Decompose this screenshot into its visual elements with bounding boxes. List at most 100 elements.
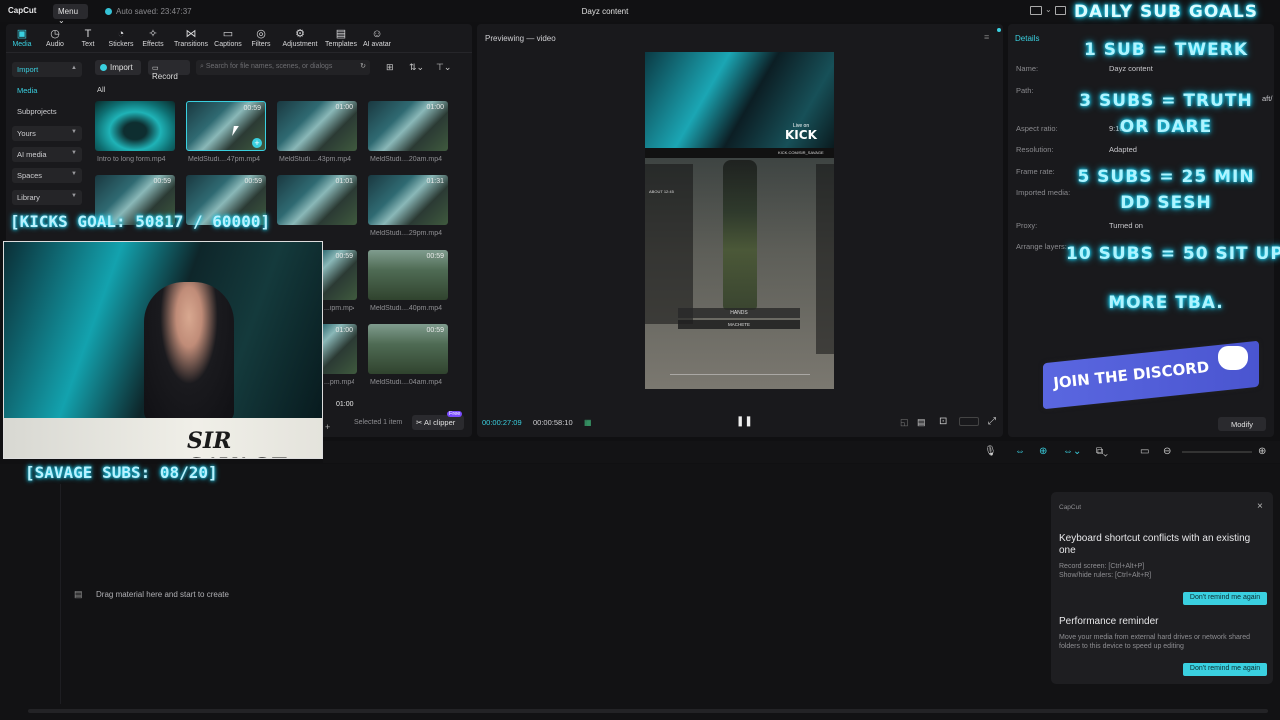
detail-label-path: Path:: [1016, 86, 1034, 95]
chevron-up-icon: ▲: [71, 65, 77, 71]
media-thumb[interactable]: 01:00: [368, 101, 448, 151]
thumb-duration: 00:59: [153, 178, 171, 185]
sidebar-item-spaces[interactable]: Spaces ▼: [12, 168, 82, 183]
tab-templates[interactable]: ▤ Templates: [323, 28, 359, 48]
preview-menu-icon[interactable]: ≡: [984, 32, 989, 42]
fullscreen-icon[interactable]: ⤢: [988, 416, 996, 427]
tab-stickers[interactable]: ◔ Stickers: [104, 28, 138, 48]
media-thumb[interactable]: [95, 101, 175, 151]
notif-2-title: Performance reminder: [1059, 616, 1159, 627]
thumb-duration: 00:59: [426, 327, 444, 334]
horizontal-scrollbar[interactable]: [28, 709, 1268, 713]
sidebar-item-import-label: Import: [17, 65, 39, 74]
search-placeholder: Search for file names, scenes, or dialog…: [205, 63, 333, 70]
tab-effects[interactable]: ✧ Effects: [136, 28, 170, 48]
dont-remind-button[interactable]: Don't remind me again: [1183, 663, 1267, 676]
menu-button[interactable]: Menu ⌄: [53, 4, 88, 25]
zoom-out-icon[interactable]: ⊖: [1163, 446, 1171, 457]
media-thumb[interactable]: 01:31: [368, 175, 448, 225]
media-thumb-selected[interactable]: 00:59 +: [186, 101, 266, 151]
sidebar-item-yours[interactable]: Yours ▼: [12, 126, 82, 141]
thumb-name: ...ipm.mp4: [324, 305, 354, 312]
ratio-button[interactable]: [959, 417, 979, 426]
tab-effects-label: Effects: [142, 41, 164, 48]
goal-4: 10 SUBS = 50 SIT UPS: [1066, 244, 1280, 264]
toolbar-divider: [6, 52, 472, 53]
panel-toggle-icon[interactable]: [1055, 6, 1066, 15]
filter-icon[interactable]: ⊤⌄: [436, 62, 451, 73]
sort-icon[interactable]: ⇅⌄: [409, 62, 424, 73]
thumb-name: Intro to long form.mp4: [97, 156, 166, 163]
import-button[interactable]: Import: [95, 60, 141, 75]
sidebar-item-ai-media[interactable]: AI media ▼: [12, 147, 82, 162]
tab-ai-avatar[interactable]: ☺ AI avatar: [360, 28, 394, 48]
record-button[interactable]: ▭ Record: [148, 60, 190, 81]
layout-icon[interactable]: [1030, 6, 1042, 15]
thumb-duration: 01:00: [426, 104, 444, 111]
tab-media[interactable]: ▣ Media: [5, 28, 39, 48]
link-icon[interactable]: ⇔: [1015, 446, 1025, 457]
detail-value-name: Dayz content: [1109, 64, 1153, 73]
close-icon[interactable]: ×: [1257, 501, 1263, 512]
media-thumb[interactable]: 00:59: [368, 250, 448, 300]
tab-audio[interactable]: ◷ Audio: [38, 28, 72, 48]
ai-clipper-button[interactable]: ✂ AI clipper: [412, 415, 464, 430]
pause-button[interactable]: ❚❚: [736, 416, 753, 427]
add-icon[interactable]: +: [252, 138, 262, 148]
thumb-duration: 01:00: [335, 327, 353, 334]
tab-transitions-label: Transitions: [174, 41, 208, 48]
goal-2: 3 SUBS = TRUTH OR DARE: [1079, 91, 1253, 137]
machete-slot: MACHETE: [678, 320, 800, 329]
tab-transitions[interactable]: ⋈ Transitions: [173, 28, 209, 48]
refresh-icon[interactable]: ↻: [360, 62, 366, 70]
tab-filters[interactable]: ◎ Filters: [244, 28, 278, 48]
snapshot-icon[interactable]: ⊡: [939, 416, 947, 427]
tab-captions[interactable]: ▭ Captions: [211, 28, 245, 48]
layout-chevron-icon[interactable]: ⌄: [1045, 5, 1052, 14]
notif-1-line1: Record screen: [Ctrl+Alt+P]: [1059, 563, 1145, 570]
transitions-icon: ⋈: [185, 28, 197, 40]
dont-remind-button[interactable]: Don't remind me again: [1183, 592, 1267, 605]
modify-button[interactable]: Modify: [1218, 417, 1266, 431]
thumb-name: MeldStudi....20am.mp4: [370, 156, 442, 163]
hands-label: HANDS: [730, 310, 748, 316]
game-hotbar: [670, 374, 810, 382]
media-thumb[interactable]: 01:00: [277, 101, 357, 151]
filter-all[interactable]: All: [97, 85, 105, 94]
zoom-in-icon[interactable]: ⊕: [1258, 446, 1266, 457]
plus-icon: [100, 64, 107, 71]
tab-text[interactable]: T Text: [71, 28, 105, 48]
kick-url: KICK.COM/SIR_SAVAGE: [778, 150, 824, 155]
audio-icon: ◷: [50, 28, 60, 40]
record-label: Record: [152, 72, 178, 81]
microphone-icon[interactable]: 🎙: [984, 446, 997, 457]
magnet-icon[interactable]: ⊕: [1039, 446, 1047, 457]
search-input[interactable]: ⌕ Search for file names, scenes, or dial…: [196, 60, 370, 75]
quality-icon[interactable]: ▤: [917, 417, 926, 428]
detail-label-proxy: Proxy:: [1016, 221, 1038, 230]
media-thumb[interactable]: 00:59: [368, 324, 448, 374]
effects-icon: ✧: [148, 28, 158, 40]
status-dot: [997, 28, 1001, 32]
timeline-plus-icon[interactable]: +: [325, 422, 330, 432]
ratio-icon[interactable]: ◱: [900, 417, 909, 428]
preview-axis-icon[interactable]: ▭: [1140, 446, 1149, 457]
media-thumb[interactable]: 01:01: [277, 175, 357, 225]
snap-icon[interactable]: ⇔⌄: [1063, 446, 1081, 457]
sidebar-item-subprojects[interactable]: Subprojects: [12, 104, 82, 119]
media-icon: ▣: [16, 28, 28, 40]
thumb-duration: 01:31: [426, 178, 444, 185]
grid-view-icon[interactable]: ⊞: [386, 62, 394, 73]
sidebar-item-yours-label: Yours: [17, 129, 36, 138]
cloud-icon: [105, 8, 112, 15]
split-icon[interactable]: ⧉⌄: [1096, 446, 1108, 457]
tab-stickers-label: Stickers: [108, 41, 134, 48]
sidebar-item-media[interactable]: Media: [12, 83, 82, 98]
zoom-slider[interactable]: [1182, 451, 1252, 453]
sidebar-item-import[interactable]: Import ▲: [12, 62, 82, 77]
detail-value-resolution: Adapted: [1109, 145, 1137, 154]
tab-adjustment[interactable]: ⚙ Adjustment: [280, 28, 320, 48]
record-icon: ▭: [152, 65, 159, 72]
autosave-text: Auto saved: 23:47:37: [116, 7, 192, 16]
sidebar-item-library[interactable]: Library ▼: [12, 190, 82, 205]
